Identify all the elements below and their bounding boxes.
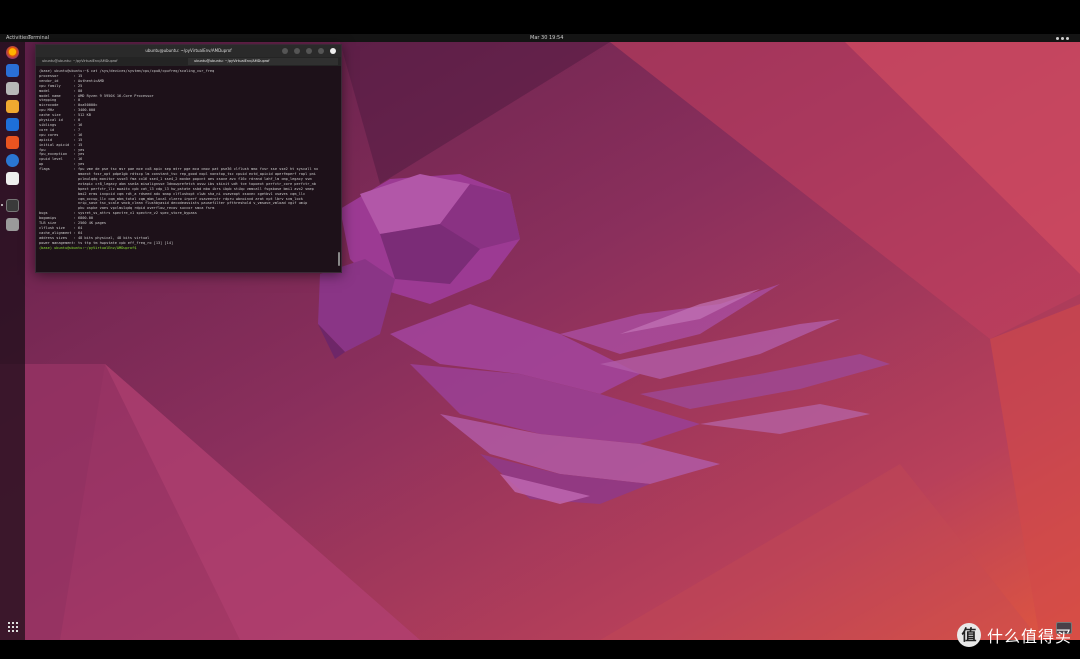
terminal-prompt: (base) ubuntu@ubuntu:~/pyVirtualEnv/AMDu… [39,245,139,250]
terminal-window[interactable]: ubuntu@ubuntu: ~/pyVirtualEnv/AMDuprof u… [35,44,342,273]
clock[interactable]: Mar 30 19:54 [530,34,563,42]
menu-button[interactable] [294,48,300,54]
watermark: 值 什么值得买 [956,619,1072,651]
system-menu[interactable] [1056,34,1072,42]
show-applications-button[interactable] [8,622,18,632]
desktop-screen: Activities Terminal Mar 30 19:54 ubuntu@… [0,34,1080,640]
running-indicator [1,204,3,206]
software-icon[interactable] [6,136,19,149]
files-icon[interactable] [6,82,19,95]
terminal-tabs: ubuntu@ubuntu: ~/pyVirtualEnv/AMDuprof u… [36,57,341,66]
dock [0,42,25,640]
terminal-line: bmi2 erms invpcid cqm rdt_a rdseed adx s… [39,191,306,196]
close-button[interactable] [330,48,336,54]
terminal-line: bpext perfctr_llc mwaitx cpb cat_l3 cdp_… [39,186,314,191]
minimize-button[interactable] [306,48,312,54]
app-menu[interactable]: Terminal [28,34,49,42]
watermark-badge-icon: 值 [956,623,981,647]
activities-button[interactable]: Activities [6,34,29,42]
tab-2[interactable]: ubuntu@ubuntu: ~/pyVirtualEnv/AMDuprof [188,58,338,65]
maximize-button[interactable] [318,48,324,54]
text-editor-icon[interactable] [6,172,19,185]
watermark-text: 什么值得买 [986,627,1072,646]
terminal-scrollbar[interactable] [338,252,340,266]
thunderbird-icon[interactable] [6,64,19,77]
tab-1[interactable]: ubuntu@ubuntu: ~/pyVirtualEnv/AMDuprof [36,58,186,65]
network-icon [1056,37,1059,40]
volume-icon [1061,37,1064,40]
top-bar: Activities Terminal Mar 30 19:54 [0,34,1080,42]
terminal-icon[interactable] [6,199,19,212]
new-tab-button[interactable] [282,48,288,54]
writer-icon[interactable] [6,118,19,131]
rhythmbox-icon[interactable] [6,100,19,113]
trash-icon[interactable] [6,218,19,231]
terminal-output[interactable]: (base) ubuntu@ubuntu:~$ cat /sys/devices… [39,69,337,269]
firefox-icon[interactable] [6,46,19,59]
help-icon[interactable] [6,154,19,167]
terminal-header[interactable]: ubuntu@ubuntu: ~/pyVirtualEnv/AMDuprof [36,45,341,57]
power-icon [1066,37,1069,40]
